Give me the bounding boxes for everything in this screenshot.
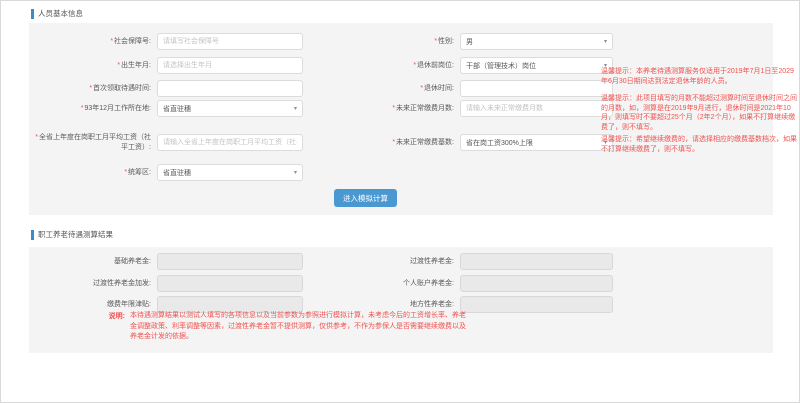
field-personal-account-pension: 个人账户养老金: — [329, 275, 613, 292]
required-marker: * — [35, 134, 38, 141]
workplace-199312-select[interactable]: 省直驻穗 ▾ — [157, 100, 303, 117]
required-marker: * — [124, 169, 127, 176]
future-payment-base-select[interactable]: 省在岗工资300%上限 ▾ — [460, 134, 613, 151]
years-allowance-label: 缴费年限津贴: — [29, 300, 151, 309]
future-payment-base-value: 省在岗工资300%上限 — [466, 138, 533, 148]
gender-label: *性别: — [329, 37, 454, 46]
birth-month-label: *出生年月: — [29, 61, 151, 70]
section-accent-bar — [31, 230, 34, 240]
pension-calculator-page: 人员基本信息 *社会保障号: *性别: 男 ▾ *出生年月: *退休前岗位: 干… — [0, 0, 800, 403]
field-pooling-area: *统筹区: 省直驻穗 ▾ — [29, 164, 303, 181]
avg-wage-input[interactable] — [157, 134, 303, 151]
pooling-area-label: *统筹区: — [29, 168, 151, 177]
hint-months-limit: 温馨提示：此项目填写的月数不能超过测算时间至退休时间之间的月数，如，测算是在20… — [601, 94, 799, 133]
note-text: 本待遇测算结果以测试人填写的各项信息以及当前参数为参照进行模拟计算，未考虑今后的… — [130, 311, 468, 343]
required-marker: * — [89, 85, 92, 92]
chevron-down-icon: ▾ — [294, 170, 297, 176]
gender-value: 男 — [466, 37, 473, 47]
field-retirement-time: *退休时间: — [329, 80, 613, 97]
pre-retirement-post-select[interactable]: 干部（管理技术）岗位 ▾ — [460, 57, 613, 74]
first-claim-time-input[interactable] — [157, 80, 303, 97]
local-pension-output — [460, 296, 613, 313]
workplace-199312-value: 省直驻穗 — [163, 104, 191, 114]
chevron-down-icon: ▾ — [604, 39, 607, 45]
basic-pension-output — [157, 253, 303, 270]
personal-account-pension-label: 个人账户养老金: — [329, 279, 454, 288]
enter-simulation-button[interactable]: 进入模拟计算 — [334, 189, 397, 207]
required-marker: * — [392, 139, 395, 146]
result-panel: 基础养老金: 过渡性养老金: 过渡性养老金加发: 个人账户养老金: 缴费年限津贴… — [29, 247, 773, 353]
future-payment-months-label: *未来正常缴费月数: — [329, 104, 454, 113]
future-payment-base-label: *未来正常缴费基数: — [329, 138, 454, 147]
hint-service-period: 温馨提示：本养老待遇测算服务仅适用于2019年7月1日至2029年6月30日期间… — [601, 67, 799, 86]
field-future-payment-months: *未来正常缴费月数: — [329, 100, 613, 117]
basic-pension-label: 基础养老金: — [29, 257, 151, 266]
required-marker: * — [420, 85, 423, 92]
result-note: 说明: 本待遇测算结果以测试人填写的各项信息以及当前参数为参照进行模拟计算，未考… — [29, 311, 468, 343]
first-claim-time-label: *首次领取待遇时间: — [29, 84, 151, 93]
field-pre-retirement-post: *退休前岗位: 干部（管理技术）岗位 ▾ — [329, 57, 613, 74]
field-future-payment-base: *未来正常缴费基数: 省在岗工资300%上限 ▾ — [329, 134, 613, 151]
retirement-time-label: *退休时间: — [329, 84, 454, 93]
transitional-pension-output — [460, 253, 613, 270]
pre-retirement-post-label: *退休前岗位: — [329, 61, 454, 70]
ssn-input[interactable] — [157, 33, 303, 50]
transitional-pension-label: 过渡性养老金: — [329, 257, 454, 266]
pre-retirement-post-value: 干部（管理技术）岗位 — [466, 61, 536, 71]
required-marker: * — [413, 62, 416, 69]
field-transitional-extra: 过渡性养老金加发: — [29, 275, 303, 292]
retirement-time-input[interactable] — [460, 80, 613, 97]
section-title-basic-info: 人员基本信息 — [38, 8, 83, 19]
field-workplace-199312: *93年12月工作所在地: 省直驻穗 ▾ — [29, 100, 303, 117]
basic-info-panel: *社会保障号: *性别: 男 ▾ *出生年月: *退休前岗位: 干部（管理技术）… — [29, 23, 773, 215]
section-header-result: 职工养老待遇测算结果 — [31, 229, 113, 240]
gender-select[interactable]: 男 ▾ — [460, 33, 613, 50]
required-marker: * — [392, 105, 395, 112]
required-marker: * — [110, 38, 113, 45]
section-accent-bar — [31, 9, 34, 19]
field-basic-pension: 基础养老金: — [29, 253, 303, 270]
required-marker: * — [117, 62, 120, 69]
field-gender: *性别: 男 ▾ — [329, 33, 613, 50]
section-title-result: 职工养老待遇测算结果 — [38, 229, 113, 240]
personal-account-pension-output — [460, 275, 613, 292]
field-avg-wage: *全省上年度在岗职工月平均工资（社平工资）: — [29, 134, 303, 151]
ssn-label: *社会保障号: — [29, 37, 151, 46]
required-marker: * — [434, 38, 437, 45]
pooling-area-value: 省直驻穗 — [163, 168, 191, 178]
field-birth-month: *出生年月: — [29, 57, 303, 74]
field-ssn: *社会保障号: — [29, 33, 303, 50]
field-transitional-pension: 过渡性养老金: — [329, 253, 613, 270]
note-label: 说明: — [29, 311, 125, 343]
chevron-down-icon: ▾ — [294, 106, 297, 112]
section-header-basic-info: 人员基本信息 — [31, 8, 83, 19]
birth-month-input[interactable] — [157, 57, 303, 74]
field-first-claim-time: *首次领取待遇时间: — [29, 80, 303, 97]
local-pension-label: 地方性养老金: — [329, 300, 454, 309]
hint-payment-base: 温馨提示：希望继续缴费的，请选择相应的缴费基数档次，如果不打算继续缴费了，则不填… — [601, 135, 799, 154]
workplace-199312-label: *93年12月工作所在地: — [29, 104, 151, 113]
transitional-extra-output — [157, 275, 303, 292]
avg-wage-label: *全省上年度在岗职工月平均工资（社平工资）: — [29, 133, 151, 151]
future-payment-months-input[interactable] — [460, 100, 613, 117]
pooling-area-select[interactable]: 省直驻穗 ▾ — [157, 164, 303, 181]
transitional-extra-label: 过渡性养老金加发: — [29, 279, 151, 288]
